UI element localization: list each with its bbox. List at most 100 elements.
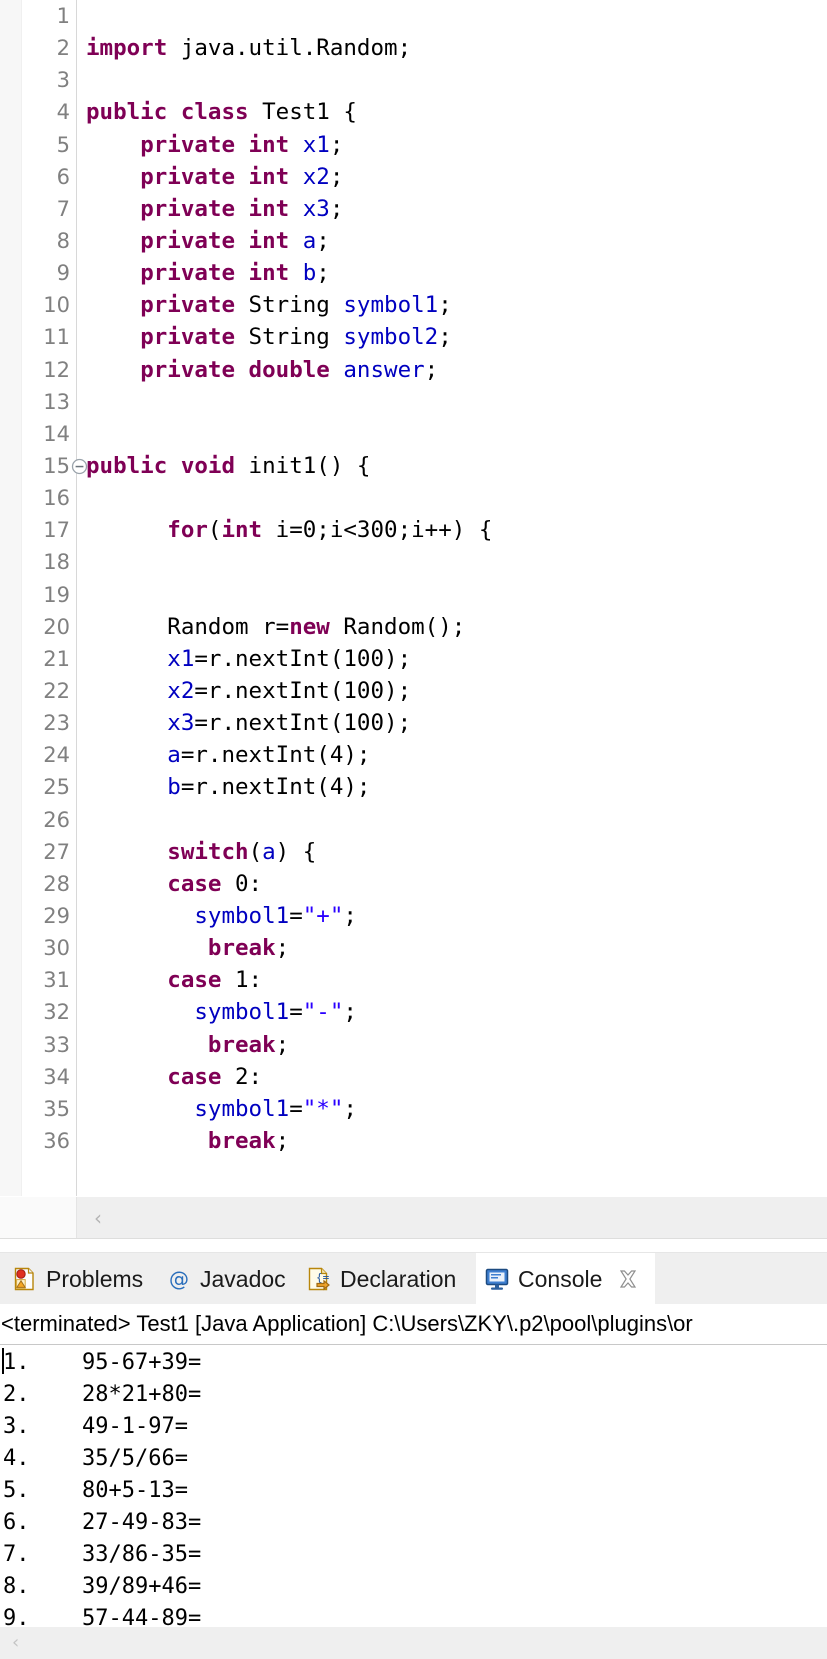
code-line[interactable]: 3 bbox=[0, 64, 827, 96]
console-output-line: 5. 80+5-13= bbox=[0, 1475, 827, 1507]
console-horizontal-scrollbar[interactable]: ‹ bbox=[0, 1626, 827, 1659]
code-token: break bbox=[207, 935, 276, 962]
code-line[interactable]: 11 private String symbol2; bbox=[0, 321, 827, 353]
code-token: a bbox=[262, 838, 276, 865]
line-number: 20 bbox=[43, 614, 70, 639]
line-number: 29 bbox=[43, 903, 70, 928]
bottom-view-stack: Problems @ Javadoc {= Declaration Consol… bbox=[0, 1252, 827, 1659]
code-line[interactable]: 7 private int x3; bbox=[0, 193, 827, 225]
tab-console[interactable]: Console bbox=[476, 1253, 655, 1305]
console-output-line: 4. 35/5/66= bbox=[0, 1443, 827, 1475]
code-line[interactable]: 35 symbol1="*"; bbox=[0, 1093, 827, 1125]
code-line[interactable]: 30 break; bbox=[0, 932, 827, 964]
chevron-left-icon[interactable]: ‹ bbox=[94, 1207, 114, 1229]
tab-javadoc-label: Javadoc bbox=[200, 1265, 286, 1292]
code-token: for bbox=[167, 517, 208, 544]
chevron-left-icon[interactable]: ‹ bbox=[12, 1633, 30, 1653]
code-line[interactable]: 33 break; bbox=[0, 1029, 827, 1061]
code-line[interactable]: 31 case 1: bbox=[0, 964, 827, 996]
line-number: 36 bbox=[43, 1128, 70, 1153]
code-line[interactable]: 15 public void init1() { bbox=[0, 450, 827, 482]
line-number: 24 bbox=[43, 743, 70, 768]
code-lines-container[interactable]: 1 2 import java.util.Random; 3 4 public class… bbox=[0, 0, 827, 1196]
code-line[interactable]: 13 bbox=[0, 386, 827, 418]
close-icon[interactable] bbox=[616, 1267, 640, 1291]
line-number: 13 bbox=[43, 389, 70, 414]
code-line[interactable]: 1 bbox=[0, 0, 827, 32]
code-token: i=0;i<300;i++) { bbox=[262, 517, 493, 544]
code-line-text: for(int i=0;i<300;i++) { bbox=[86, 514, 492, 546]
code-token: case bbox=[167, 870, 222, 897]
tab-console-label: Console bbox=[518, 1265, 603, 1292]
tab-problems[interactable]: Problems bbox=[4, 1253, 158, 1305]
code-line[interactable]: 2 import java.util.Random; bbox=[0, 32, 827, 64]
code-line[interactable]: 19 bbox=[0, 579, 827, 611]
console-line-expression: 33/86-35= bbox=[82, 1542, 202, 1567]
code-line[interactable]: 27 switch(a) { bbox=[0, 836, 827, 868]
code-token: ; bbox=[275, 1031, 290, 1058]
code-line-text: public class Test1 { bbox=[86, 96, 357, 128]
editor-horizontal-scrollbar[interactable]: ‹ bbox=[0, 1196, 827, 1239]
line-number: 7 bbox=[56, 196, 70, 221]
view-tab-bar: Problems @ Javadoc {= Declaration Consol… bbox=[0, 1252, 827, 1305]
code-line[interactable]: 29 symbol1="+"; bbox=[0, 900, 827, 932]
code-token: =r.nextInt(100); bbox=[194, 677, 412, 704]
code-line[interactable]: 32 symbol1="-"; bbox=[0, 996, 827, 1028]
editor-scroll-corner bbox=[0, 1197, 77, 1239]
code-line[interactable]: 5 private int x1; bbox=[0, 129, 827, 161]
code-line[interactable]: 24 a=r.nextInt(4); bbox=[0, 739, 827, 771]
code-line[interactable]: 21 x1=r.nextInt(100); bbox=[0, 643, 827, 675]
code-line[interactable]: 22 x2=r.nextInt(100); bbox=[0, 675, 827, 707]
code-token: ; bbox=[275, 935, 290, 962]
code-line-text: switch(a) { bbox=[86, 836, 316, 868]
code-line[interactable]: 25 b=r.nextInt(4); bbox=[0, 771, 827, 803]
code-token: 1: bbox=[221, 967, 263, 994]
code-line[interactable]: 14 bbox=[0, 418, 827, 450]
code-token: ; bbox=[438, 292, 452, 319]
line-number: 31 bbox=[43, 968, 70, 993]
code-line[interactable]: 16 bbox=[0, 482, 827, 514]
console-launch-description: <terminated> Test1 [Java Application] C:… bbox=[0, 1304, 827, 1344]
tab-declaration[interactable]: {= Declaration bbox=[298, 1253, 476, 1305]
code-line[interactable]: 9 private int b; bbox=[0, 257, 827, 289]
code-line[interactable]: 26 bbox=[0, 804, 827, 836]
console-output-line: 3. 49-1-97= bbox=[0, 1411, 827, 1443]
java-source-editor[interactable]: 1 2 import java.util.Random; 3 4 public class… bbox=[0, 0, 827, 1196]
code-token: ; bbox=[438, 324, 452, 351]
code-line[interactable]: 23 x3=r.nextInt(100); bbox=[0, 707, 827, 739]
code-line[interactable]: 17 for(int i=0;i<300;i++) { bbox=[0, 514, 827, 546]
console-output-area[interactable]: 1. 95-67+39= 2. 28*21+80= 3. 49-1-97= 4. 35/5/6… bbox=[0, 1344, 827, 1626]
line-number: 35 bbox=[43, 1096, 70, 1121]
code-line[interactable]: 18 bbox=[0, 546, 827, 578]
code-line[interactable]: 6 private int x2; bbox=[0, 161, 827, 193]
code-line-text: break; bbox=[86, 1029, 289, 1061]
declaration-icon: {= bbox=[306, 1266, 332, 1292]
code-line[interactable]: 12 private double answer; bbox=[0, 354, 827, 386]
line-number: 12 bbox=[43, 357, 70, 382]
code-token: x3 bbox=[167, 710, 195, 737]
code-line[interactable]: 28 case 0: bbox=[0, 868, 827, 900]
at-sign-icon: @ bbox=[166, 1266, 192, 1292]
console-line-index: 6. bbox=[3, 1510, 30, 1535]
code-line[interactable]: 36 break; bbox=[0, 1125, 827, 1157]
problems-icon bbox=[12, 1266, 38, 1292]
code-token: ; bbox=[329, 163, 344, 190]
tab-javadoc[interactable]: @ Javadoc bbox=[158, 1253, 298, 1305]
console-output-line: 9. 57-44-89= bbox=[0, 1603, 827, 1626]
code-line[interactable]: 10 private String symbol1; bbox=[0, 289, 827, 321]
code-token: symbol2 bbox=[343, 324, 439, 351]
line-number: 3 bbox=[56, 68, 70, 93]
code-token: a bbox=[302, 227, 317, 254]
code-line[interactable]: 20 Random r=new Random(); bbox=[0, 611, 827, 643]
code-line[interactable]: 8 private int a; bbox=[0, 225, 827, 257]
code-line[interactable]: 4 public class Test1 { bbox=[0, 96, 827, 128]
code-line[interactable]: 34 case 2: bbox=[0, 1061, 827, 1093]
code-line-text: private String symbol1; bbox=[86, 289, 452, 321]
